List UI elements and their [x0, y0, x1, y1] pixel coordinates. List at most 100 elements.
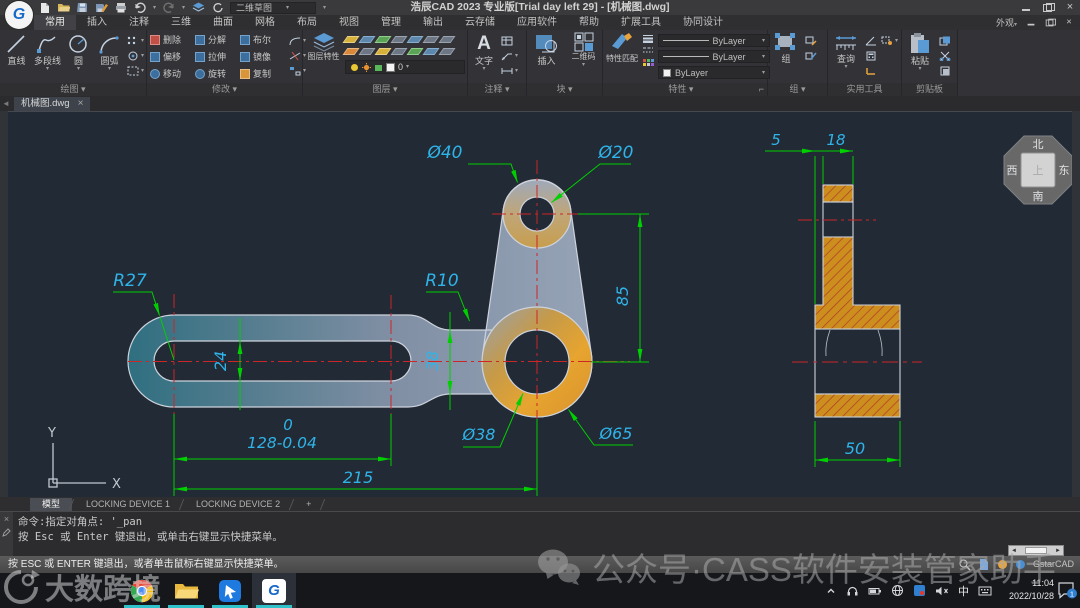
command-history[interactable]: 命令:指定对角点: '_pan 按 Esc 或 Enter 键退出，或单击右键显… — [18, 515, 1070, 545]
network-globe-icon[interactable] — [891, 584, 904, 597]
explorer-taskbar-icon[interactable] — [164, 573, 208, 608]
clock[interactable]: 11:04 2022/10/28 — [1009, 577, 1054, 603]
color-grid-icon[interactable] — [642, 58, 654, 67]
copy-clip-button[interactable] — [939, 34, 951, 47]
id-point-button[interactable] — [865, 64, 877, 77]
layer-select[interactable]: 0 ▾ — [345, 60, 465, 74]
close-button[interactable]: × — [1065, 3, 1075, 12]
minimize-button[interactable] — [1021, 3, 1031, 12]
menu-tab[interactable]: 常用 — [34, 15, 76, 30]
menu-tab[interactable]: 扩展工具 — [610, 15, 672, 30]
scroll-thumb[interactable] — [1025, 547, 1047, 554]
gstarcad-logo-icon[interactable]: G — [5, 1, 33, 29]
layout-tab[interactable]: 模型 — [30, 498, 72, 511]
point-tool-button[interactable]: ▾ — [127, 34, 144, 47]
refresh-icon[interactable] — [212, 2, 223, 13]
chrome-taskbar-icon[interactable] — [120, 573, 164, 608]
group-button[interactable]: 组 — [771, 31, 801, 64]
panel-label-modify[interactable]: 修改 ▾ — [147, 83, 302, 96]
redo-icon[interactable] — [163, 2, 175, 13]
linetype-select[interactable]: ByLayer▾ — [658, 50, 770, 63]
command-window[interactable]: × 命令:指定对角点: '_pan 按 Esc 或 Enter 键退出，或单击右… — [0, 511, 1080, 556]
panel-label-block[interactable]: 块 ▾ — [527, 83, 602, 96]
panel-label-group[interactable]: 组 ▾ — [768, 83, 827, 96]
scroll-right-icon[interactable]: ► — [1055, 548, 1061, 554]
command-close-icon[interactable]: × — [4, 514, 9, 524]
panel-label-properties[interactable]: 特性 ▾ ⌐ — [603, 83, 767, 96]
doc-close-button[interactable]: × — [1065, 19, 1074, 27]
doc-restore-button[interactable] — [1046, 19, 1055, 27]
tab-close-icon[interactable]: × — [78, 97, 84, 111]
snip-tool-icon[interactable] — [913, 584, 926, 597]
line-button[interactable]: 直线 — [3, 31, 30, 66]
scroll-left-icon[interactable]: ◄ — [1011, 548, 1017, 554]
lineweight-select[interactable]: ByLayer▾ — [658, 34, 770, 47]
mirror-button[interactable]: 镜像 — [240, 50, 285, 63]
panel-label-clipboard[interactable]: 剪贴板 — [902, 83, 957, 96]
blue-app-taskbar-icon[interactable] — [208, 573, 252, 608]
save-icon[interactable] — [77, 2, 88, 13]
orange-status-icon[interactable] — [997, 559, 1008, 570]
gstarcad-taskbar-icon[interactable]: G — [252, 573, 296, 608]
stretch-button[interactable]: 拉伸 — [195, 50, 240, 63]
file-status-icon[interactable] — [978, 558, 990, 571]
restore-button[interactable] — [1043, 3, 1053, 12]
menu-tab[interactable]: 云存储 — [454, 15, 506, 30]
battery-icon[interactable] — [868, 585, 882, 597]
cut-clip-button[interactable] — [939, 49, 951, 62]
open-folder-icon[interactable] — [57, 2, 70, 13]
table-tool-button[interactable] — [501, 34, 518, 47]
polyline-button[interactable]: 多段线▾ — [34, 31, 61, 72]
new-file-icon[interactable] — [40, 2, 50, 14]
text-button[interactable]: A 文字▾ — [471, 31, 497, 72]
document-tab[interactable]: 机械图.dwg × — [14, 97, 90, 111]
lineweight-list-icon[interactable] — [642, 34, 654, 43]
volume-muted-icon[interactable] — [935, 585, 949, 597]
layout-tab[interactable]: LOCKING DEVICE 2 — [184, 498, 292, 511]
panel-label-layers[interactable]: 图层 ▾ — [303, 83, 467, 96]
ungroup-button[interactable] — [805, 34, 817, 47]
menu-tab[interactable]: 管理 — [370, 15, 412, 30]
menu-tab[interactable]: 布局 — [286, 15, 328, 30]
panel-launcher-icon[interactable]: ⌐ — [759, 83, 764, 96]
drawing-canvas[interactable]: Ø40 Ø20 R27 R10 85 24 38 0 128-0.04 215 … — [8, 111, 1072, 497]
layer-properties-button[interactable]: 图层特性 — [306, 31, 341, 62]
boolean-button[interactable]: 布尔 — [240, 33, 285, 46]
tab-scroll-left-icon[interactable]: ◄ — [2, 99, 10, 108]
doc-minimize-button[interactable] — [1027, 19, 1036, 27]
save-as-icon[interactable] — [95, 2, 108, 14]
layer-tools[interactable] — [345, 31, 465, 57]
move-button[interactable]: 移动 — [150, 67, 195, 80]
quick-select-button[interactable]: ▾ — [881, 34, 898, 47]
audio-device-icon[interactable] — [846, 585, 859, 597]
menu-tab[interactable]: 应用软件 — [506, 15, 568, 30]
explode-button[interactable]: 分解 — [195, 33, 240, 46]
menu-tab[interactable]: 协同设计 — [672, 15, 734, 30]
menu-tab[interactable]: 输出 — [412, 15, 454, 30]
qrcode-button[interactable]: 二维码▾ — [567, 31, 600, 68]
match-properties-button[interactable]: 特性匹配 — [606, 31, 638, 64]
group-edit-button[interactable] — [805, 49, 817, 62]
angle-tool-button[interactable] — [865, 34, 877, 47]
offset-button[interactable]: 偏移 — [150, 50, 195, 63]
rectangle-tool-button[interactable]: ▾ — [127, 64, 144, 77]
layout-tab[interactable]: + — [294, 498, 323, 511]
undo-caret-icon[interactable]: ▾ — [153, 5, 156, 11]
menu-tab[interactable]: 三维 — [160, 15, 202, 30]
zoom-status-icon[interactable] — [958, 558, 971, 571]
undo-icon[interactable] — [134, 2, 146, 13]
keyboard-layout-icon[interactable] — [978, 585, 992, 597]
calculator-button[interactable] — [865, 49, 877, 62]
arc-button[interactable]: 圆弧▾ — [96, 31, 123, 72]
leader-tool-button[interactable]: ▾ — [501, 49, 518, 62]
command-pencil-icon[interactable] — [2, 528, 11, 537]
panel-label-annotate[interactable]: 注释 ▾ — [468, 83, 526, 96]
view-cube[interactable]: 北 南 西 东 上 — [1004, 136, 1072, 204]
panel-label-draw[interactable]: 绘图 ▾ — [0, 83, 146, 96]
blue-status-icon[interactable] — [1015, 559, 1026, 570]
circle-button[interactable]: 圆▾ — [65, 31, 92, 72]
donut-tool-button[interactable]: ▾ — [127, 49, 144, 62]
rotate-button[interactable]: 旋转 — [195, 67, 240, 80]
horizontal-scrollbar[interactable]: ◄ ► — [1008, 545, 1064, 556]
layout-tab[interactable]: LOCKING DEVICE 1 — [74, 498, 182, 511]
